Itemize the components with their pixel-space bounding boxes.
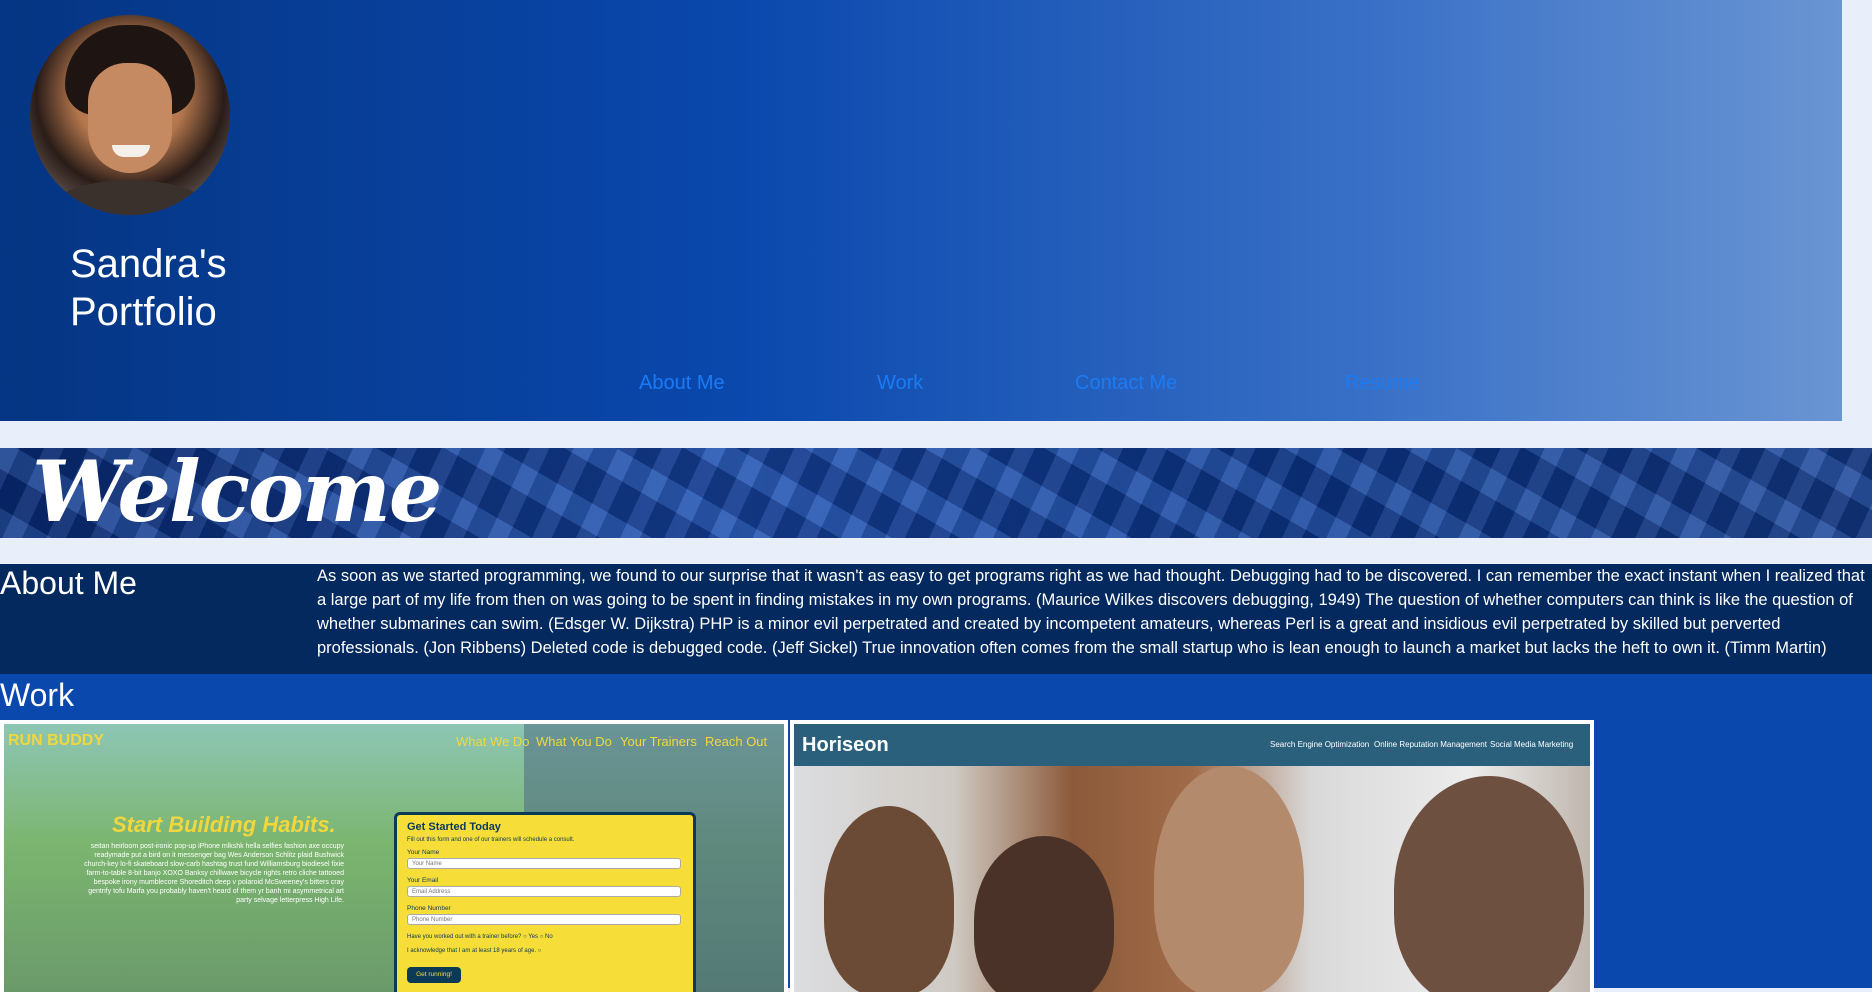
site-header: Sandra's Portfolio About Me Work Contact…: [0, 0, 1842, 421]
rb-name-field: Your Name: [407, 858, 681, 869]
work-heading: Work: [0, 677, 75, 713]
welcome-title: Welcome: [32, 442, 442, 541]
rb-submit-button: Get running!: [407, 967, 461, 983]
run-buddy-logo: RUN BUDDY: [8, 732, 104, 749]
avatar-shirt: [50, 180, 210, 215]
about-section: About Me As soon as we started programmi…: [0, 564, 1872, 674]
rb-ack-text: I acknowledge that I am at least 18 year…: [407, 948, 537, 954]
rb-no-label: No: [545, 934, 553, 940]
site-title: Sandra's Portfolio: [70, 242, 227, 334]
hs-nav-item: Search Engine Optimization: [1270, 740, 1370, 749]
project-card-run-buddy[interactable]: RUN BUDDY What We Do What You Do Your Tr…: [0, 720, 788, 992]
hs-nav-item: Online Reputation Management: [1374, 740, 1487, 749]
main-nav: About Me Work Contact Me Resume: [0, 372, 1842, 398]
rb-email-field: Email Address: [407, 886, 681, 897]
rb-nav-item: What We Do: [456, 734, 530, 749]
rb-copy: seitan heirloom post-ironic pop-up iPhon…: [84, 843, 344, 904]
rb-question-text: Have you worked out with a trainer befor…: [407, 934, 522, 940]
rb-yes-label: Yes: [528, 934, 539, 940]
about-heading: About Me: [0, 565, 137, 601]
avatar: [30, 15, 230, 215]
nav-link-work[interactable]: Work: [877, 372, 923, 395]
rb-signup-form: Get Started Today Fill out this form and…: [394, 812, 696, 992]
rb-form-subtitle: Fill out this form and one of our traine…: [407, 837, 575, 843]
avatar-smile: [112, 145, 150, 157]
horiseon-header: Horiseon Search Engine Optimization Onli…: [794, 724, 1590, 766]
rb-nav-item: Your Trainers: [620, 734, 697, 749]
person-1: [824, 806, 954, 992]
rb-headline: Start Building Habits.: [112, 812, 336, 837]
work-section: Work RUN BUDDY What We Do What You Do Yo…: [0, 674, 1872, 992]
hs-nav-item: Social Media Marketing: [1490, 740, 1574, 749]
nav-link-contact-me[interactable]: Contact Me: [1075, 372, 1177, 395]
rb-question: Have you worked out with a trainer befor…: [407, 934, 553, 940]
person-3: [1154, 766, 1304, 992]
horiseon-logo: Horiseon: [802, 734, 889, 756]
rb-email-label: Your Email: [407, 877, 439, 884]
about-text: As soon as we started programming, we fo…: [317, 567, 1865, 657]
rb-name-label: Your Name: [407, 849, 440, 856]
person-4: [1394, 776, 1584, 992]
rb-ack: I acknowledge that I am at least 18 year…: [407, 948, 542, 954]
person-2: [974, 836, 1114, 992]
nav-link-about-me[interactable]: About Me: [639, 372, 725, 395]
project-card-horiseon[interactable]: Horiseon Search Engine Optimization Onli…: [790, 720, 1594, 992]
rb-phone-label: Phone Number: [407, 905, 451, 912]
rb-nav-item: What You Do: [536, 734, 612, 749]
welcome-banner: Welcome: [0, 442, 1872, 541]
rb-nav-item: Reach Out: [705, 734, 768, 749]
rb-phone-field: Phone Number: [407, 914, 681, 925]
nav-link-resume[interactable]: Resume: [1345, 372, 1419, 395]
team-photo: [794, 766, 1590, 992]
rb-form-title: Get Started Today: [407, 821, 501, 833]
